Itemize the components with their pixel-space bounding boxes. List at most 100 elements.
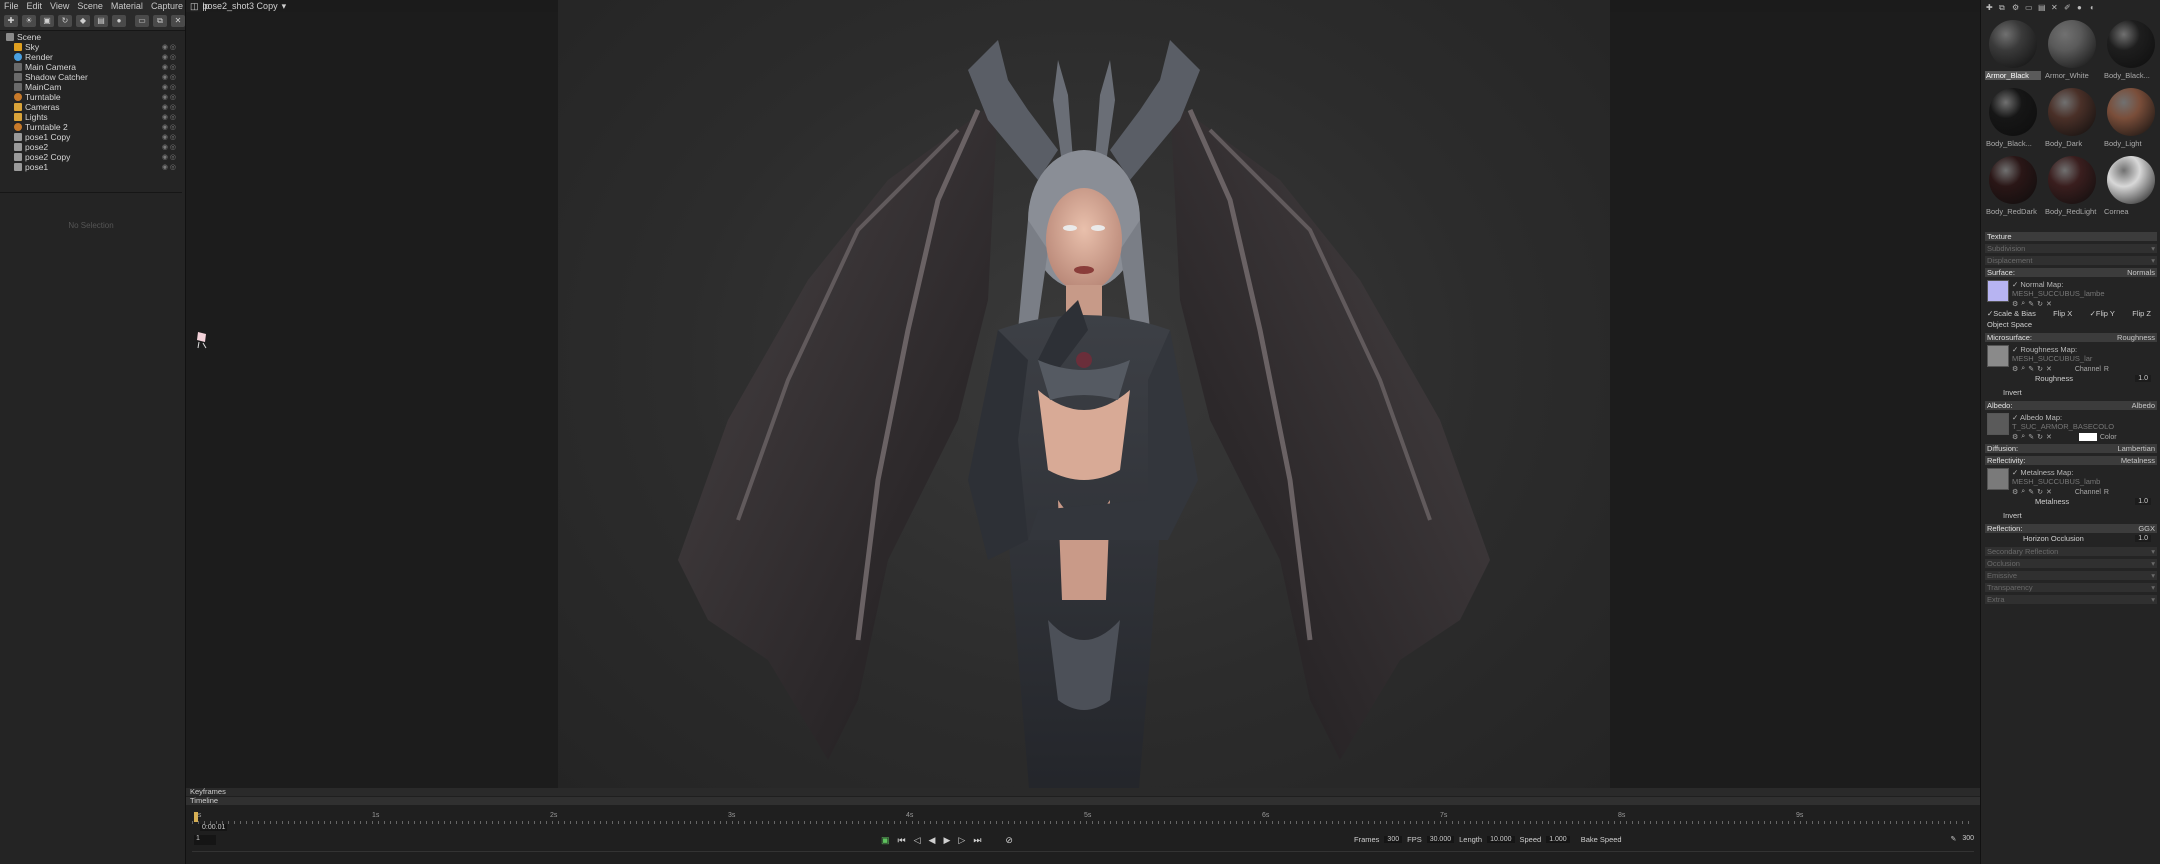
play-reverse-icon[interactable]: ◀	[929, 835, 936, 846]
section-displacement[interactable]: Displacement ▾	[1985, 256, 2157, 265]
tree-item-pose1[interactable]: pose1 ◉ ◎	[6, 162, 180, 172]
material-thumbnail[interactable]: Armor_Black	[1985, 18, 2041, 86]
visibility-icons[interactable]: ◉ ◎	[162, 43, 176, 51]
section-emissive[interactable]: Emissive ▾	[1985, 571, 2157, 580]
visibility-icons[interactable]: ◉ ◎	[162, 63, 176, 71]
chevron-down-icon[interactable]: ▾	[282, 1, 287, 12]
light-icon[interactable]: ☀	[22, 14, 36, 27]
timeline-header[interactable]: Timeline	[186, 797, 1980, 805]
mesh-icon[interactable]: ◆	[76, 14, 90, 27]
play-icon[interactable]: ▶	[943, 835, 950, 846]
timeline-scrollbar[interactable]	[192, 851, 1974, 858]
section-microsurface[interactable]: Microsurface: Roughness	[1985, 333, 2157, 342]
duplicate-icon[interactable]: ⧉	[153, 14, 167, 27]
edit-icon[interactable]: ✎	[2028, 300, 2034, 308]
color-swatch[interactable]	[2078, 433, 2097, 441]
turntable-icon[interactable]: ↻	[58, 14, 72, 27]
object-space-checkbox[interactable]: Object Space	[1985, 319, 2157, 330]
edit-icon[interactable]: ✎	[2028, 488, 2034, 496]
delete-icon[interactable]: ✕	[2051, 3, 2060, 12]
bake-speed-button[interactable]: Bake Speed	[1581, 835, 1622, 844]
speed-field[interactable]: 1.000	[1546, 836, 1570, 843]
invert-checkbox[interactable]: Invert	[1985, 387, 2157, 398]
tree-item-pose2-copy[interactable]: pose2 Copy ◉ ◎	[6, 152, 180, 162]
close-icon[interactable]: ✕	[2046, 488, 2052, 496]
visibility-icons[interactable]: ◉ ◎	[162, 163, 176, 171]
visibility-icons[interactable]: ◉ ◎	[162, 53, 176, 61]
visibility-icons[interactable]: ◉ ◎	[162, 123, 176, 131]
playhead[interactable]	[194, 812, 198, 822]
channel-select[interactable]: R	[2104, 489, 2109, 496]
visibility-icons[interactable]: ◉ ◎	[162, 153, 176, 161]
flip-z-checkbox[interactable]: Flip Z	[2132, 309, 2151, 318]
section-extra[interactable]: Extra ▾	[1985, 595, 2157, 604]
gear-icon[interactable]: ⚙	[2012, 488, 2018, 496]
visibility-icons[interactable]: ◉ ◎	[162, 143, 176, 151]
close-icon[interactable]: ✕	[2046, 365, 2052, 373]
camera-icon[interactable]: ▣	[40, 14, 54, 27]
edit-icon[interactable]: ✎	[2028, 433, 2034, 441]
tree-item-shadow-catcher[interactable]: Shadow Catcher ◉ ◎	[6, 72, 180, 82]
material-thumbnail[interactable]: Body_Black...	[1985, 86, 2041, 154]
light-gizmo-icon[interactable]	[194, 330, 210, 350]
time-ruler[interactable]: 0s1s2s3s4s5s6s7s8s9s	[192, 812, 1974, 824]
metalness-map-thumb[interactable]	[1987, 468, 2009, 490]
refresh-icon[interactable]: ↻	[2037, 433, 2043, 441]
search-icon[interactable]: ⌕	[2021, 300, 2025, 308]
tree-item-main-camera[interactable]: Main Camera ◉ ◎	[6, 62, 180, 72]
tree-item-pose2[interactable]: pose2 ◉ ◎	[6, 142, 180, 152]
flip-x-checkbox[interactable]: Flip X	[2053, 309, 2072, 318]
section-albedo[interactable]: Albedo: Albedo	[1985, 401, 2157, 410]
viewport[interactable]	[186, 0, 1980, 800]
section-surface[interactable]: Surface: Normals	[1985, 268, 2157, 277]
menu-capture[interactable]: Capture	[151, 1, 183, 11]
keyframes-header[interactable]: Keyframes	[186, 788, 1980, 796]
visibility-icons[interactable]: ◉ ◎	[162, 113, 176, 121]
tree-item-maincam[interactable]: MainCam ◉ ◎	[6, 82, 180, 92]
visibility-icons[interactable]: ◉ ◎	[162, 83, 176, 91]
record-icon[interactable]: ⊘	[1005, 835, 1013, 846]
flip-y-checkbox[interactable]: ✓Flip Y	[2090, 309, 2115, 318]
document-tab[interactable]: ◫ pose2_shot3 Copy ▾	[190, 0, 286, 12]
loop-icon[interactable]: ▣	[881, 835, 890, 846]
skip-start-icon[interactable]: ⏮	[898, 835, 906, 846]
material-thumbnail[interactable]: Armor_White	[2044, 18, 2100, 86]
menu-scene[interactable]: Scene	[77, 1, 103, 11]
edit-icon[interactable]: ✎	[2028, 365, 2034, 373]
normal-map-thumb[interactable]	[1987, 280, 2009, 302]
tree-item-turntable[interactable]: Turntable ◉ ◎	[6, 92, 180, 102]
refresh-icon[interactable]: ↻	[2037, 488, 2043, 496]
duplicate-material-icon[interactable]: ⧉	[1999, 3, 2008, 12]
section-subdivision[interactable]: Subdivision ▾	[1985, 244, 2157, 253]
step-back-icon[interactable]: ◁	[914, 835, 921, 846]
render-view[interactable]	[558, 0, 1610, 800]
frames-field[interactable]: 300	[1384, 836, 1403, 843]
visibility-icons[interactable]: ◉ ◎	[162, 133, 176, 141]
close-icon[interactable]: ✕	[2046, 300, 2052, 308]
tree-item-cameras[interactable]: Cameras ◉ ◎	[6, 102, 180, 112]
material-thumbnail[interactable]: Body_RedDark	[1985, 154, 2041, 222]
visibility-icons[interactable]: ◉ ◎	[162, 103, 176, 111]
material-thumbnail[interactable]: Body_Light	[2103, 86, 2159, 154]
section-secondary-reflection[interactable]: Secondary Reflection ▾	[1985, 547, 2157, 556]
menu-file[interactable]: File	[4, 1, 19, 11]
tree-item-scene[interactable]: Scene	[6, 32, 180, 42]
material-thumbnail[interactable]: Body_Dark	[2044, 86, 2100, 154]
material-thumbnail[interactable]: Body_RedLight	[2044, 154, 2100, 222]
horizon-occlusion-slider[interactable]: Horizon Occlusion 1.0	[1985, 533, 2157, 544]
section-transparency[interactable]: Transparency ▾	[1985, 583, 2157, 592]
roughness-map-thumb[interactable]	[1987, 345, 2009, 367]
gear-icon[interactable]: ⚙	[2012, 365, 2018, 373]
grid-icon[interactable]: ◐	[2090, 3, 2099, 12]
material-thumbnail[interactable]: Cornea	[2103, 154, 2159, 222]
roughness-slider[interactable]: Roughness 1.0	[1985, 373, 2157, 384]
scale-bias-checkbox[interactable]: ✓Scale & Bias	[1987, 309, 2036, 318]
close-icon[interactable]: ✕	[2046, 433, 2052, 441]
folder-icon[interactable]: ▭	[135, 14, 149, 27]
group-icon[interactable]: ▤	[94, 14, 108, 27]
skip-end-icon[interactable]: ⏭	[973, 835, 981, 846]
save-icon[interactable]: ▤	[2038, 3, 2047, 12]
tree-item-lights[interactable]: Lights ◉ ◎	[6, 112, 180, 122]
visibility-icons[interactable]: ◉ ◎	[162, 73, 176, 81]
menu-edit[interactable]: Edit	[27, 1, 43, 11]
